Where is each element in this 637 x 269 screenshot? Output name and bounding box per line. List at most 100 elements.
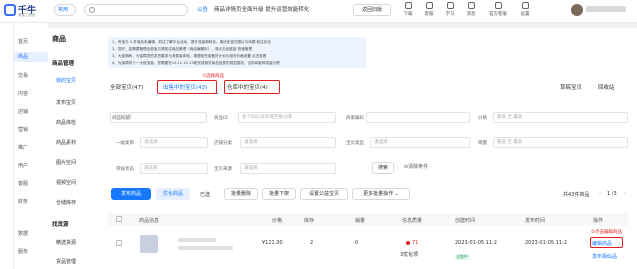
filter-price-label: 价格 <box>478 116 487 121</box>
filter-shop-category-select[interactable]: 请选择 <box>240 137 336 148</box>
col-quality[interactable]: 信息质量 <box>402 217 422 224</box>
tab-draft[interactable]: 草稿宝贝 <box>560 83 582 91</box>
top-bar: 千牛 卖家工作台 常用 公告 商品详情页全面升级 提升运营效能转化 返回旧版 下… <box>0 0 637 23</box>
quality-dot-icon <box>406 241 410 245</box>
search-input[interactable] <box>84 4 188 16</box>
avatar[interactable] <box>571 4 583 16</box>
prev-page-icon[interactable]: ‹ <box>599 191 601 197</box>
filter-review-select[interactable]: 请选择 <box>140 163 208 174</box>
row-quality-note[interactable]: 3优化项 <box>400 251 418 258</box>
subnav-item-checkup[interactable]: 商品体检 <box>56 119 76 126</box>
filter-source-select[interactable]: 请选择 <box>240 163 336 174</box>
subnav-title: 商品 <box>52 35 66 43</box>
more-batch-button[interactable]: 更多批量操作 ⌄ <box>352 188 410 200</box>
table-header <box>108 213 628 226</box>
row-quality-score: 71 <box>412 240 419 246</box>
tool-service[interactable]: 客服 <box>419 2 439 17</box>
tip-line: 1、有宝贝 0 件商品未编辑，前往了解平台活动，提升流量和转化，请优化宝贝图片与… <box>112 40 271 44</box>
tool-label: 消息 <box>466 12 476 17</box>
product-meta-blurred <box>178 246 233 250</box>
subnav-item-goods-manage[interactable]: 货品管理 <box>56 258 76 265</box>
highlight-box-edit <box>590 237 623 248</box>
rail-item-home[interactable]: 首页 <box>18 38 28 45</box>
tool-message[interactable]: 消息 <box>461 2 481 17</box>
subnav-item-materials[interactable]: 商品素材 <box>56 139 76 146</box>
subnav-item-image-space[interactable]: 图片空间 <box>56 159 76 166</box>
subnav-item-inventory[interactable]: 仓储库存 <box>56 199 76 206</box>
tool-label: 下载 <box>403 12 413 17</box>
optimize-goods-button[interactable]: 优化商品 <box>156 188 190 200</box>
subnav-group-sourcing[interactable]: 找货源 <box>52 220 69 228</box>
scope-select[interactable]: 常用 <box>54 4 76 16</box>
filter-category-select[interactable]: 请选择 <box>140 137 208 148</box>
next-page-icon[interactable]: › <box>624 191 626 197</box>
filter-sales-range[interactable]: 最低 至 最高 <box>493 137 628 148</box>
subnav-item-selected-source[interactable]: 精选货源 <box>56 239 76 246</box>
chat-icon <box>494 2 502 9</box>
tool-official-service[interactable]: 官方客服 <box>485 2 511 17</box>
product-title-blurred[interactable] <box>178 238 216 242</box>
rail-item-service[interactable]: 服务 <box>18 248 28 255</box>
row-published: 2023-01-05 11:2 <box>525 240 567 246</box>
rail-item-shop[interactable]: 店铺 <box>18 108 28 115</box>
filter-source-label: 宝贝来源 <box>214 167 232 172</box>
col-sales[interactable]: 销量 <box>355 217 365 224</box>
batch-offline-button[interactable]: 批量下架 <box>262 188 296 200</box>
logo-subtitle: 卖家工作台 <box>18 13 36 17</box>
select-all-checkbox[interactable] <box>116 216 122 222</box>
col-stock[interactable]: 库存 <box>304 217 314 224</box>
row-price[interactable]: ¥111.00 <box>262 240 283 246</box>
tool-download[interactable]: 下载 <box>398 2 418 17</box>
filter-id-input[interactable]: 多个ID以逗号或空格分隔 <box>238 112 336 123</box>
clear-filters-button[interactable]: ⊖清除条件 <box>398 162 434 174</box>
rail-item-finance[interactable]: 财务 <box>18 198 28 205</box>
publish-goods-button[interactable]: 发布商品 <box>111 188 151 200</box>
row-checkbox[interactable] <box>116 240 122 246</box>
set-public-button[interactable]: 设置公益宝贝 <box>300 188 348 200</box>
rail-item-users[interactable]: 用户 <box>18 162 28 169</box>
logo[interactable]: 千牛 卖家工作台 <box>4 3 44 19</box>
tab-all-goods[interactable]: 全部宝贝(47) <box>110 83 143 91</box>
filter-category-label: 一级类目 <box>116 141 134 146</box>
batch-delete-button[interactable]: 批量删除 <box>224 188 258 200</box>
notice-text[interactable]: 商品详情页全面升级 提升运营效能转化 <box>214 5 309 13</box>
tip-line: 4、为保障双十一大促流量，您需要在10.12-10.13前完成相关商品信息的规范… <box>112 61 280 65</box>
tab-recycle[interactable]: 回收站 <box>598 83 615 91</box>
subnav-item-publish[interactable]: 发布宝贝 <box>56 99 76 106</box>
annotation-step1: ①选择商品 <box>202 74 225 79</box>
download-icon <box>404 2 412 9</box>
rail-item-promotion[interactable]: 推广 <box>18 144 28 151</box>
filter-price-range[interactable]: 最低 至 最高 <box>493 112 628 123</box>
subnav-item-my-goods[interactable]: 我的宝贝 <box>56 77 76 84</box>
rail-item-trade[interactable]: 交易 <box>18 72 28 79</box>
filter-type-label: 宝贝类型 <box>346 141 364 146</box>
rail-item-customer-service[interactable]: 客服 <box>18 180 28 187</box>
clear-label: 清除条件 <box>408 164 429 170</box>
search-button[interactable]: 搜索 <box>372 162 394 174</box>
rail-item-goods[interactable]: 商品 <box>14 52 48 62</box>
filter-code-label: 商家编码 <box>346 116 364 121</box>
bell-icon <box>467 2 475 9</box>
col-created[interactable]: 创建时间 <box>455 217 475 224</box>
tool-settings[interactable]: 设置 <box>515 2 535 17</box>
rail-item-content[interactable]: 内容 <box>18 90 28 97</box>
old-version-button[interactable]: 返回旧版 <box>353 4 391 16</box>
username-blurred <box>586 6 626 12</box>
filter-type-select[interactable]: 请选择 <box>370 137 470 148</box>
rail-item-marketing[interactable]: 营销 <box>18 126 28 133</box>
publish-similar-link[interactable]: 发布相似品 <box>592 253 617 260</box>
col-price[interactable]: 价格 <box>272 217 282 224</box>
filter-id-label: 商品ID <box>214 116 228 121</box>
row-stock[interactable]: 2 <box>310 240 313 246</box>
row-created: 2023-01-05 11:2 <box>455 240 497 246</box>
highlight-box-warehouse <box>224 80 280 94</box>
tool-label: 客服 <box>424 12 434 17</box>
product-thumbnail[interactable] <box>140 235 158 253</box>
filter-title-input[interactable]: 商品标题 <box>110 112 207 123</box>
filter-code-input[interactable] <box>366 112 470 123</box>
subnav-item-video-space[interactable]: 视频空间 <box>56 179 76 186</box>
rail-item-data[interactable]: 数据 <box>18 230 28 237</box>
subnav-group-goods-manage[interactable]: 商品管理 <box>52 59 74 67</box>
col-published[interactable]: 发布时间 <box>525 217 545 224</box>
tool-learn[interactable]: 学习 <box>440 2 460 17</box>
